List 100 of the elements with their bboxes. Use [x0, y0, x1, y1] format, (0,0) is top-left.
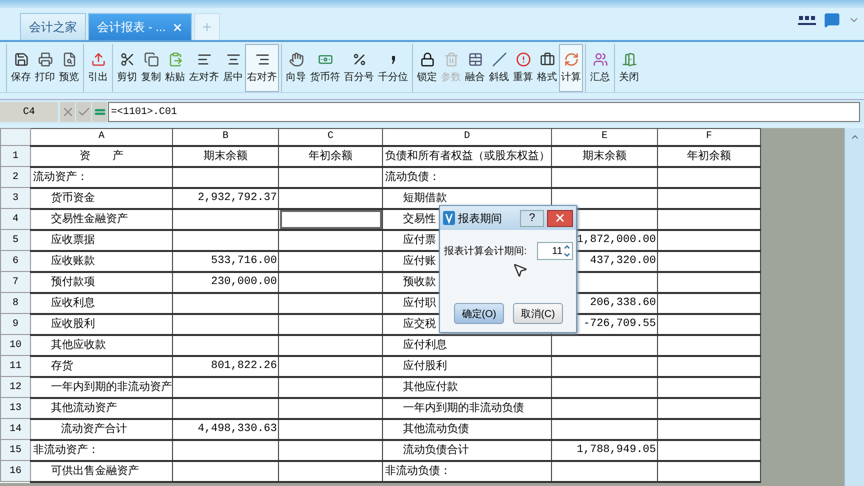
table-cell[interactable] — [278, 460, 382, 482]
table-cell[interactable] — [658, 398, 760, 418]
table-cell[interactable]: 2,932,792.37 — [172, 188, 278, 208]
row-header[interactable]: 8 — [0, 292, 30, 314]
table-cell[interactable]: 流动负债合计 — [382, 440, 552, 460]
table-cell[interactable]: 应收股利 — [30, 314, 172, 334]
tab[interactable]: 会计之家 — [20, 13, 86, 40]
table-cell[interactable] — [658, 250, 760, 272]
table-cell[interactable] — [278, 314, 382, 334]
table-cell[interactable]: 年初余额 — [278, 146, 382, 166]
ok-button[interactable]: 确定(O) — [454, 303, 504, 324]
table-cell[interactable]: 应收账款 — [30, 250, 172, 272]
close-icon[interactable] — [172, 22, 183, 32]
table-cell[interactable] — [658, 440, 760, 460]
help-button[interactable]: ? — [520, 210, 544, 226]
column-header[interactable]: B — [172, 128, 278, 146]
toolbar-button[interactable]: 左对齐 — [187, 44, 221, 92]
table-cell[interactable]: 一年内到期的非流动资产 — [30, 376, 172, 398]
table-cell[interactable] — [172, 398, 278, 418]
toolbar-button[interactable]: 千分位 — [376, 44, 410, 92]
table-cell[interactable] — [278, 188, 382, 208]
toolbar-button[interactable]: 右对齐 — [245, 44, 279, 92]
table-cell[interactable] — [658, 418, 760, 440]
table-cell[interactable]: 4,498,330.63 — [172, 418, 278, 440]
row-header[interactable]: 13 — [0, 398, 30, 418]
table-cell[interactable] — [658, 376, 760, 398]
toolbar-button[interactable]: 居中 — [221, 44, 245, 92]
toolbar-button[interactable]: 剪切 — [115, 44, 139, 92]
row-header[interactable]: 11 — [0, 356, 30, 376]
table-cell[interactable] — [172, 292, 278, 314]
table-cell[interactable]: 流动资产合计 — [30, 418, 172, 440]
row-header[interactable]: 9 — [0, 314, 30, 334]
row-header[interactable]: 1 — [0, 146, 30, 166]
table-cell[interactable]: 533,716.00 — [172, 250, 278, 272]
row-header[interactable]: 5 — [0, 230, 30, 250]
column-header[interactable]: E — [552, 128, 658, 146]
row-header[interactable]: 14 — [0, 418, 30, 440]
toolbar-button[interactable]: 计算 — [559, 44, 583, 92]
table-cell[interactable] — [172, 334, 278, 356]
table-cell[interactable]: 非流动负债： — [382, 460, 552, 482]
close-button[interactable] — [547, 210, 573, 226]
table-cell[interactable]: 非流动资产： — [30, 440, 172, 460]
row-header[interactable]: 10 — [0, 334, 30, 356]
table-cell[interactable] — [172, 460, 278, 482]
table-cell[interactable] — [172, 166, 278, 188]
table-cell[interactable] — [658, 356, 760, 376]
table-cell[interactable] — [658, 272, 760, 292]
check-icon[interactable] — [76, 102, 91, 122]
toolbar-button[interactable]: 锁定 — [415, 44, 439, 92]
column-header[interactable]: A — [30, 128, 172, 146]
table-cell[interactable] — [552, 334, 658, 356]
table-cell[interactable]: 其他流动资产 — [30, 398, 172, 418]
table-cell[interactable] — [658, 188, 760, 208]
column-header[interactable]: F — [658, 128, 760, 146]
table-cell[interactable]: 负债和所有者权益（或股东权益） — [382, 146, 552, 166]
table-cell[interactable]: 期末余额 — [172, 146, 278, 166]
row-header[interactable]: 6 — [0, 250, 30, 272]
toolbar-button[interactable]: 复制 — [139, 44, 163, 92]
toolbar-button[interactable]: 斜线 — [487, 44, 511, 92]
table-cell[interactable] — [658, 292, 760, 314]
table-cell[interactable] — [172, 376, 278, 398]
table-cell[interactable] — [278, 376, 382, 398]
table-cell[interactable]: 其他应付款 — [382, 376, 552, 398]
table-cell[interactable] — [552, 376, 658, 398]
chat-icon[interactable] — [824, 12, 840, 28]
table-cell[interactable] — [658, 460, 760, 482]
table-cell[interactable]: 年初余额 — [658, 146, 760, 166]
row-header[interactable]: 2 — [0, 166, 30, 188]
table-cell[interactable] — [278, 166, 382, 188]
table-cell[interactable] — [658, 208, 760, 230]
row-header[interactable]: 4 — [0, 208, 30, 230]
table-cell[interactable] — [278, 418, 382, 440]
column-header[interactable]: D — [382, 128, 552, 146]
toolbar-button[interactable]: 关闭 — [617, 44, 641, 92]
table-cell[interactable]: 应收利息 — [30, 292, 172, 314]
table-cell[interactable] — [552, 460, 658, 482]
table-cell[interactable] — [172, 314, 278, 334]
table-cell[interactable]: 期末余额 — [552, 146, 658, 166]
table-cell[interactable] — [658, 230, 760, 250]
toolbar-button[interactable]: 引出 — [86, 44, 110, 92]
toolbar-button[interactable]: 融合 — [463, 44, 487, 92]
row-header[interactable]: 3 — [0, 188, 30, 208]
toolbar-button[interactable]: 粘贴 — [163, 44, 187, 92]
table-cell[interactable] — [278, 398, 382, 418]
toolbar-button[interactable]: 向导 — [284, 44, 308, 92]
table-cell[interactable]: 应付股利 — [382, 356, 552, 376]
table-cell[interactable] — [278, 292, 382, 314]
table-cell[interactable]: 流动负债： — [382, 166, 552, 188]
toolbar-button[interactable]: 货币符 — [308, 44, 342, 92]
table-cell[interactable]: 1,788,949.05 — [552, 440, 658, 460]
table-cell[interactable]: 可供出售金融资产 — [30, 460, 172, 482]
table-cell[interactable]: 流动资产： — [30, 166, 172, 188]
table-cell[interactable]: 预付款项 — [30, 272, 172, 292]
row-header[interactable]: 16 — [0, 460, 30, 482]
toolbar-button[interactable]: 预览 — [57, 44, 81, 92]
table-cell[interactable] — [172, 230, 278, 250]
row-header[interactable]: 7 — [0, 272, 30, 292]
table-cell[interactable]: 其他流动负债 — [382, 418, 552, 440]
toolbar-button[interactable]: 百分号 — [342, 44, 376, 92]
cancel-button[interactable]: 取消(C) — [513, 303, 563, 324]
